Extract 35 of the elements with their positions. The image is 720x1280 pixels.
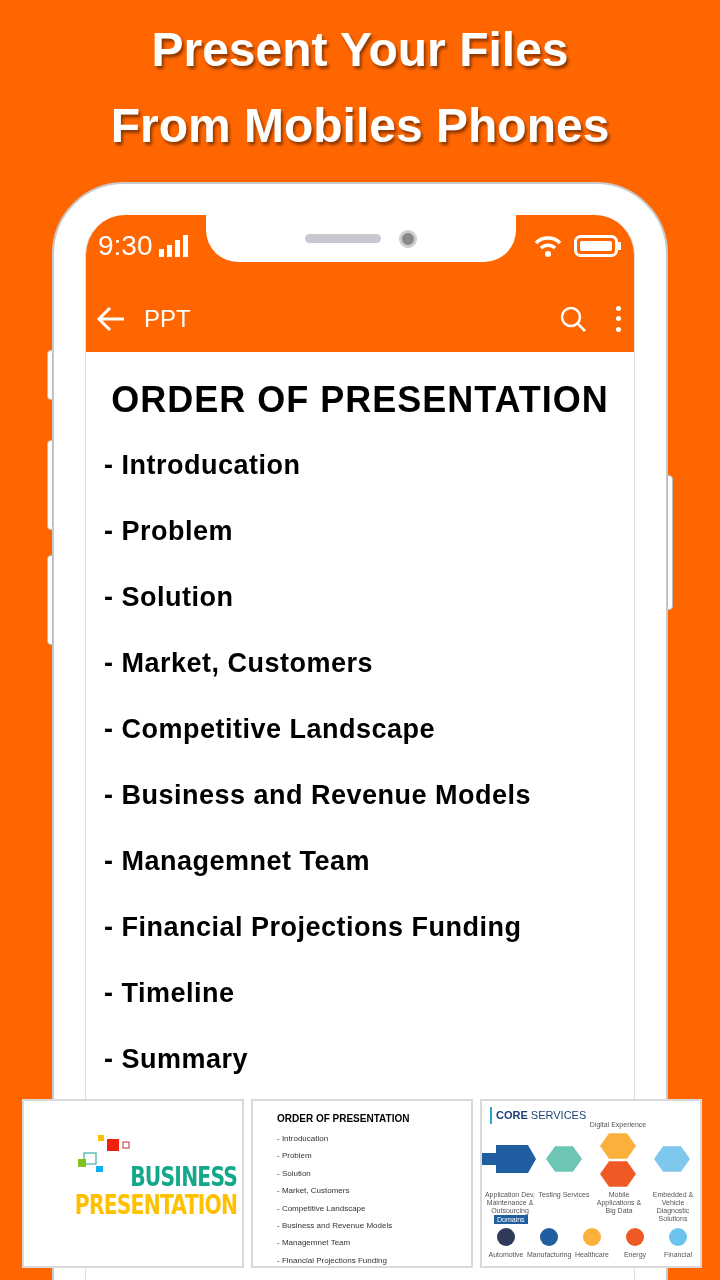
squares-logo-icon <box>76 1133 132 1173</box>
slide-item: - Business and Revenue Models <box>277 1220 394 1233</box>
slide-item: - Introducation <box>277 1133 330 1145</box>
slide-thumbnail[interactable]: ORDER OF PRESENTATION - Introducation - Problem - Solution - Market, Customers - Competitive Landscape - Business and Revenue Models - Managemnet Team - Financial Projections Funding <box>251 1099 473 1268</box>
speaker-icon <box>305 234 381 243</box>
battery-icon <box>574 235 622 257</box>
logo-text: BUSINESS <box>130 1162 238 1191</box>
slide-item: - Business and Revenue Models <box>104 779 533 812</box>
slide-item: - Problem <box>104 515 235 548</box>
slide-item: - Financial Projections Funding <box>277 1254 388 1267</box>
camera-icon <box>399 229 417 248</box>
slide-title: ORDER OF PRESENTATION <box>277 1112 411 1126</box>
slide-item: - Timeline <box>104 977 236 1010</box>
slide-item: - Problem <box>277 1150 313 1163</box>
wifi-icon <box>534 235 562 257</box>
slide-item: - Summary <box>104 1043 250 1076</box>
slide-item: - Competitive Landscape <box>277 1202 367 1215</box>
signal-icon <box>158 235 189 257</box>
slide-item: - Competitive Landscape <box>104 713 437 746</box>
slide-item: - Introducation <box>104 449 302 482</box>
slide-item: - Managemnet Team <box>277 1237 352 1250</box>
slide-item: - Solution <box>104 581 235 614</box>
slide-item: - Market, Customers <box>277 1185 351 1198</box>
slide-title: CORE SERVICES <box>490 1107 587 1124</box>
slide-item: - Market, Customers <box>104 647 375 680</box>
slide-item: - Managemnet Team <box>104 845 372 878</box>
slide-item: - Financial Projections Funding <box>104 911 523 944</box>
slide-title: ORDER OF PRESENTATION <box>111 378 609 422</box>
slide-thumbnail[interactable] <box>480 1099 702 1268</box>
app-title: PPT <box>144 303 192 334</box>
headline-text: Present Your Files <box>151 22 569 78</box>
headline-text: From Mobiles Phones <box>110 98 610 154</box>
status-time: 9:30 <box>98 231 153 261</box>
slide-item: - Solution <box>277 1167 312 1180</box>
logo-text: PRESENTATION <box>74 1190 238 1219</box>
